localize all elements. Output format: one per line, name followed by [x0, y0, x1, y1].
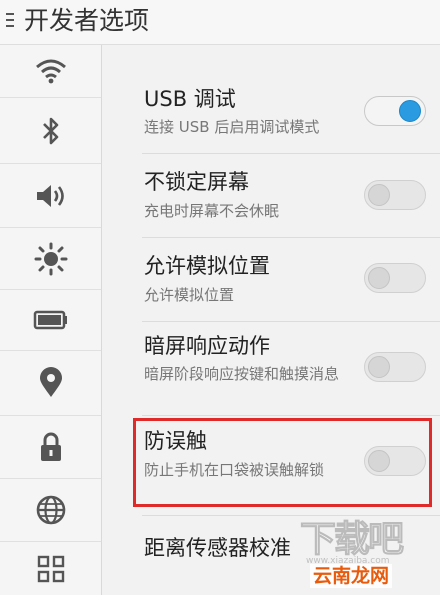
sidebar-item-apps[interactable]	[0, 542, 101, 595]
sidebar-item-location[interactable]	[0, 351, 101, 416]
sidebar-item-globe[interactable]	[0, 479, 101, 542]
menu-handle-icon[interactable]	[6, 13, 14, 31]
divider	[142, 237, 440, 238]
setting-anti-mistouch[interactable]: 防误触 防止手机在口袋被误触解锁	[102, 424, 440, 504]
globe-icon	[36, 495, 65, 525]
sidebar-item-wifi[interactable]	[0, 45, 101, 98]
setting-title: USB 调试	[144, 87, 236, 111]
bluetooth-icon	[42, 117, 58, 144]
setting-subtitle: 防止手机在口袋被误触解锁	[144, 461, 325, 479]
sidebar-item-lock[interactable]	[0, 416, 101, 479]
location-icon	[39, 367, 62, 397]
page-title: 开发者选项	[24, 6, 150, 35]
setting-subtitle: 充电时屏幕不会休眠	[144, 202, 280, 220]
setting-title: 暗屏响应动作	[144, 334, 270, 358]
apps-grid-icon	[37, 555, 64, 582]
dark-screen-response-toggle[interactable]	[364, 352, 426, 382]
quick-settings-sidebar	[0, 45, 102, 595]
setting-mock-location[interactable]: 允许模拟位置 允许模拟位置	[102, 247, 440, 311]
toggle-knob	[368, 184, 390, 206]
battery-icon	[33, 310, 67, 330]
anti-mistouch-toggle[interactable]	[364, 446, 426, 476]
usb-debugging-toggle[interactable]	[364, 96, 426, 126]
setting-title: 不锁定屏幕	[144, 170, 249, 194]
sidebar-item-bluetooth[interactable]	[0, 98, 101, 164]
sidebar-item-brightness[interactable]	[0, 228, 101, 290]
lock-icon	[40, 432, 61, 461]
setting-title: 距离传感器校准	[144, 536, 291, 560]
toggle-knob	[368, 450, 390, 472]
setting-usb-debugging[interactable]: USB 调试 连接 USB 后启用调试模式	[102, 80, 440, 142]
setting-subtitle: 允许模拟位置	[144, 286, 235, 304]
setting-title: 防误触	[144, 429, 207, 453]
divider	[142, 153, 440, 154]
setting-subtitle: 暗屏阶段响应按键和触摸消息	[144, 365, 340, 383]
setting-title: 允许模拟位置	[144, 254, 270, 278]
setting-dark-screen-response[interactable]: 暗屏响应动作 暗屏阶段响应按键和触摸消息	[102, 329, 440, 409]
divider	[142, 515, 440, 516]
sidebar-item-volume[interactable]	[0, 164, 101, 228]
toggle-knob	[368, 267, 390, 289]
developer-options-list: USB 调试 连接 USB 后启用调试模式 不锁定屏幕 充电时屏幕不会休眠 允许…	[102, 45, 440, 595]
wifi-icon	[35, 59, 66, 84]
watermark-text: 下载吧	[299, 519, 404, 560]
mock-location-toggle[interactable]	[364, 263, 426, 293]
watermark-logo: 云南龙网	[310, 564, 393, 588]
divider	[142, 321, 440, 322]
watermark: 下载吧 www.xiazaiba.com 云南龙网	[299, 519, 434, 590]
stay-awake-toggle[interactable]	[364, 180, 426, 210]
toggle-knob	[368, 356, 390, 378]
setting-subtitle: 连接 USB 后启用调试模式	[144, 118, 320, 136]
toggle-knob	[399, 100, 421, 122]
volume-icon	[36, 184, 64, 207]
sidebar-item-battery[interactable]	[0, 290, 101, 351]
setting-stay-awake[interactable]: 不锁定屏幕 充电时屏幕不会休眠	[102, 163, 440, 227]
app-header: 开发者选项	[0, 0, 440, 45]
divider	[142, 415, 440, 416]
brightness-icon	[34, 242, 67, 275]
